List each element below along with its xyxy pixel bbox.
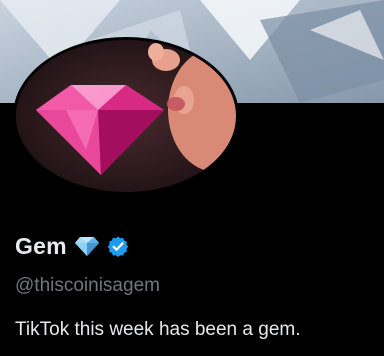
profile-avatar[interactable] (13, 37, 239, 195)
verified-badge-icon[interactable] (107, 235, 129, 257)
profile-bio: TikTok this week has been a gem. (15, 319, 301, 340)
name-row: Gem (15, 231, 129, 261)
profile-handle[interactable]: @thiscoinisagem (15, 275, 160, 297)
gem-stone-icon (73, 235, 101, 257)
display-name: Gem (15, 232, 67, 259)
